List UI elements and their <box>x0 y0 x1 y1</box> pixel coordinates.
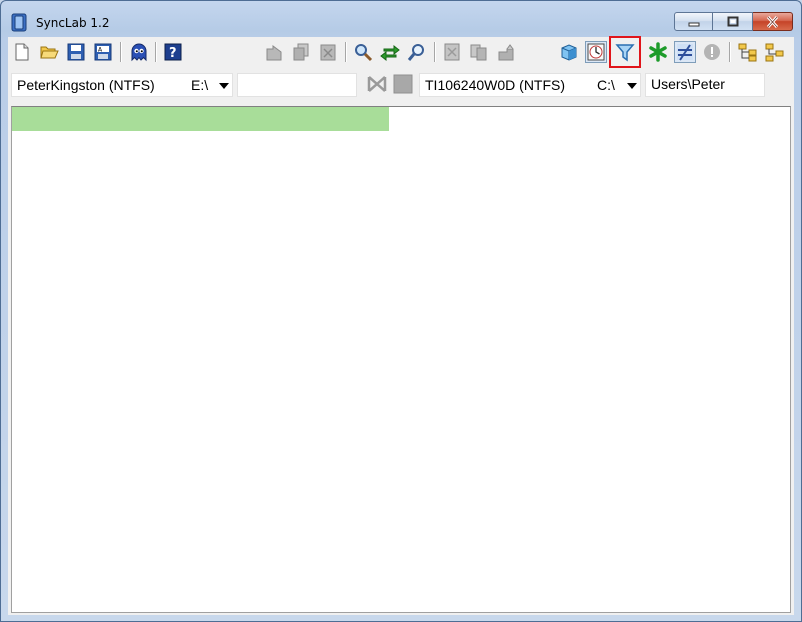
synclab-window: SyncLab 1.2 A ? PeterKingston (NTFS) E:\… <box>0 0 802 622</box>
search-button[interactable] <box>352 41 374 63</box>
copy-left-icon <box>266 45 282 61</box>
maximize-icon <box>727 16 738 27</box>
help-button[interactable]: ? <box>162 41 184 63</box>
asterisk-button[interactable] <box>647 41 669 63</box>
path-bar: PeterKingston (NTFS) E:\ TI106240W0D (NT… <box>8 69 794 99</box>
tree-expand-button[interactable] <box>737 41 759 63</box>
clock-icon <box>587 43 605 61</box>
copy-left-button[interactable] <box>263 41 285 63</box>
duplicate-icon <box>470 44 487 61</box>
clock-button[interactable] <box>585 41 607 63</box>
right-drive-letter: C:\ <box>597 77 615 93</box>
duplicate-button[interactable] <box>468 41 490 63</box>
not-equal-icon <box>677 44 693 61</box>
comparison-pane[interactable] <box>11 106 791 613</box>
sync-arrows-icon <box>380 44 400 62</box>
tree-collapse-button[interactable] <box>764 41 786 63</box>
delete-icon <box>320 44 336 61</box>
cube-icon <box>561 44 577 61</box>
open-folder-icon <box>40 46 59 59</box>
save-icon <box>67 43 85 61</box>
minimize-icon <box>688 22 699 26</box>
new-icon <box>15 43 29 61</box>
save-button[interactable] <box>65 41 87 63</box>
save-as-button[interactable]: A <box>92 41 114 63</box>
minimize-button[interactable] <box>674 12 713 31</box>
compare-button[interactable] <box>366 73 388 95</box>
warning-icon <box>704 44 720 60</box>
title-bar[interactable]: SyncLab 1.2 <box>1 1 801 37</box>
tree-collapse-icon <box>765 43 784 62</box>
left-volume-select[interactable]: PeterKingston (NTFS) E:\ <box>11 73 233 97</box>
move-button[interactable] <box>495 41 517 63</box>
move-icon <box>498 44 514 61</box>
new-button[interactable] <box>11 41 33 63</box>
filter-icon <box>615 44 635 62</box>
maximize-button[interactable] <box>713 12 753 31</box>
ghost-button[interactable] <box>128 41 150 63</box>
sync-button[interactable] <box>379 41 401 63</box>
compare-arrows-icon <box>367 76 387 92</box>
left-path-field[interactable] <box>237 73 357 97</box>
window-title: SyncLab 1.2 <box>36 16 110 30</box>
right-volume-select[interactable]: TI106240W0D (NTFS) C:\ <box>419 73 641 97</box>
client-area: A ? PeterKingston (NTFS) E:\ TI106240W0D… <box>8 36 794 615</box>
exclude-button[interactable] <box>441 41 463 63</box>
svg-text:?: ? <box>169 46 177 61</box>
right-path-field[interactable]: Users\Peter <box>645 73 765 97</box>
copy-both-icon <box>293 43 309 61</box>
ghost-icon <box>131 43 147 62</box>
chevron-down-icon[interactable] <box>627 83 637 89</box>
synclab-app-icon <box>11 13 27 32</box>
tree-expand-icon <box>738 43 757 62</box>
search-icon <box>355 44 373 62</box>
close-button[interactable] <box>753 12 793 31</box>
stop-icon <box>393 74 413 94</box>
magnifier-button[interactable] <box>406 41 428 63</box>
stop-button[interactable] <box>392 73 414 95</box>
not-equal-button[interactable] <box>674 41 696 63</box>
left-volume-name: PeterKingston (NTFS) <box>17 77 155 93</box>
close-icon <box>766 15 779 28</box>
help-icon: ? <box>164 43 182 61</box>
asterisk-icon <box>649 42 667 62</box>
delete-button[interactable] <box>317 41 339 63</box>
copy-both-button[interactable] <box>290 41 312 63</box>
warning-button[interactable] <box>701 41 723 63</box>
magnifier-icon <box>407 44 424 61</box>
scan-progress-bar <box>12 107 389 131</box>
cube-button[interactable] <box>558 41 580 63</box>
right-volume-name: TI106240W0D (NTFS) <box>425 77 566 93</box>
open-button[interactable] <box>38 41 60 63</box>
main-toolbar: A ? <box>8 36 794 69</box>
save-as-icon: A <box>94 43 112 61</box>
left-drive-letter: E:\ <box>191 77 209 93</box>
filter-button[interactable] <box>609 36 641 68</box>
exclude-icon <box>444 43 460 61</box>
chevron-down-icon[interactable] <box>219 83 229 89</box>
